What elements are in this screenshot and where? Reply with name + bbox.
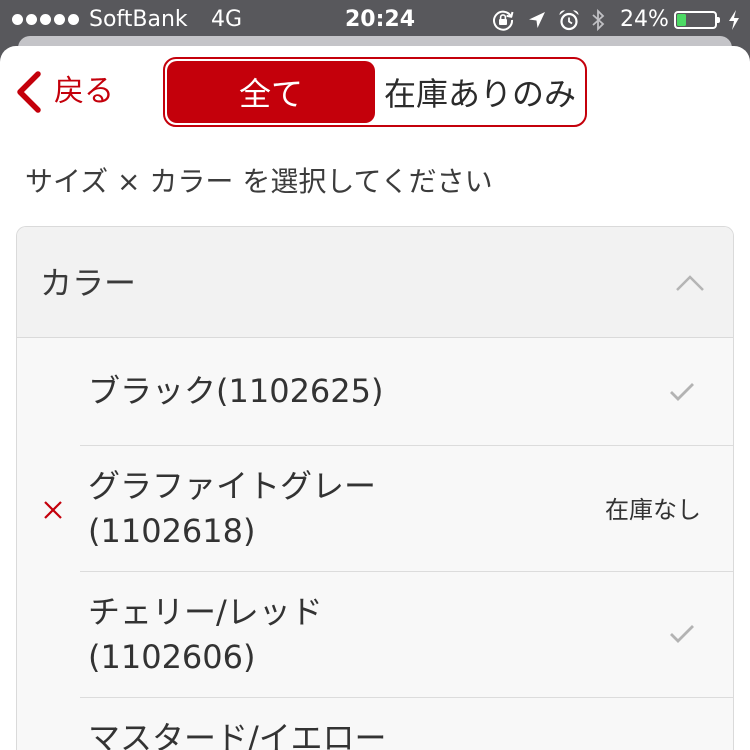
color-option-label: グラファイトグレー (1102618) [88, 464, 376, 554]
color-option-label: ブラック(1102625) [88, 369, 384, 414]
back-button[interactable]: 戻る [10, 66, 122, 118]
color-option-graphite-gray[interactable]: グラファイトグレー (1102618) 在庫なし [17, 446, 733, 571]
color-option-name: ブラック(1102625) [88, 372, 384, 410]
battery-icon [674, 11, 720, 29]
color-option-label: チェリー/レッド (1102606) [88, 590, 323, 680]
battery-level-fill [677, 14, 686, 26]
color-option-code: (1102606) [88, 638, 256, 676]
color-option-name: グラファイトグレー [88, 467, 377, 505]
stock-filter-segmented-control: 全て 在庫ありのみ [163, 57, 587, 127]
chevron-left-icon [17, 71, 41, 113]
network-type: 4G [211, 7, 243, 32]
charging-bolt-icon [728, 9, 740, 35]
unavailable-x-icon [44, 501, 62, 519]
color-option-name: チェリー/レッド [88, 593, 323, 631]
instruction-text: サイズ × カラー を選択してください [25, 165, 493, 198]
signal-strength-dots [12, 14, 82, 25]
checkmark-icon [670, 383, 694, 401]
color-option-black[interactable]: ブラック(1102625) [17, 338, 733, 445]
segment-in-stock-only[interactable]: 在庫ありのみ [377, 61, 583, 123]
bluetooth-icon [591, 8, 605, 36]
carrier-name: SoftBank [89, 7, 188, 32]
battery-percentage: 24% [620, 7, 669, 32]
status-bar: SoftBank 4G 20:24 24% [0, 0, 750, 36]
color-panel-title: カラー [40, 264, 137, 302]
location-arrow-icon [528, 11, 546, 33]
color-option-cherry-red[interactable]: チェリー/レッド (1102606) [17, 572, 733, 697]
color-option-label: マスタード/イエロー [88, 716, 386, 750]
signal-dot [12, 14, 23, 25]
color-option-mustard-yellow[interactable]: マスタード/イエロー [17, 698, 733, 750]
signal-dot [26, 14, 37, 25]
modal-sheet: 戻る 全て 在庫ありのみ サイズ × カラー を選択してください カラー ブラッ… [0, 46, 750, 750]
signal-dot [40, 14, 51, 25]
color-option-code: (1102618) [88, 512, 256, 550]
chevron-up-icon [676, 275, 704, 291]
signal-dot [68, 14, 79, 25]
clock-time: 20:24 [345, 7, 416, 32]
back-label: 戻る [54, 74, 114, 109]
segment-all[interactable]: 全て [167, 61, 375, 123]
checkmark-icon [670, 625, 694, 643]
color-option-name: マスタード/イエロー [88, 719, 387, 750]
signal-dot [54, 14, 65, 25]
battery-nub [717, 17, 720, 23]
phone-screen: SoftBank 4G 20:24 24% 戻る 全て 在庫ありのみ サイズ ×… [0, 0, 750, 750]
out-of-stock-label: 在庫なし [605, 496, 701, 524]
alarm-icon [558, 9, 580, 35]
color-panel: カラー ブラック(1102625) グラファイトグレー (1102618) 在庫… [16, 226, 734, 750]
rotation-lock-icon [491, 8, 515, 36]
color-panel-header[interactable]: カラー [17, 227, 733, 338]
